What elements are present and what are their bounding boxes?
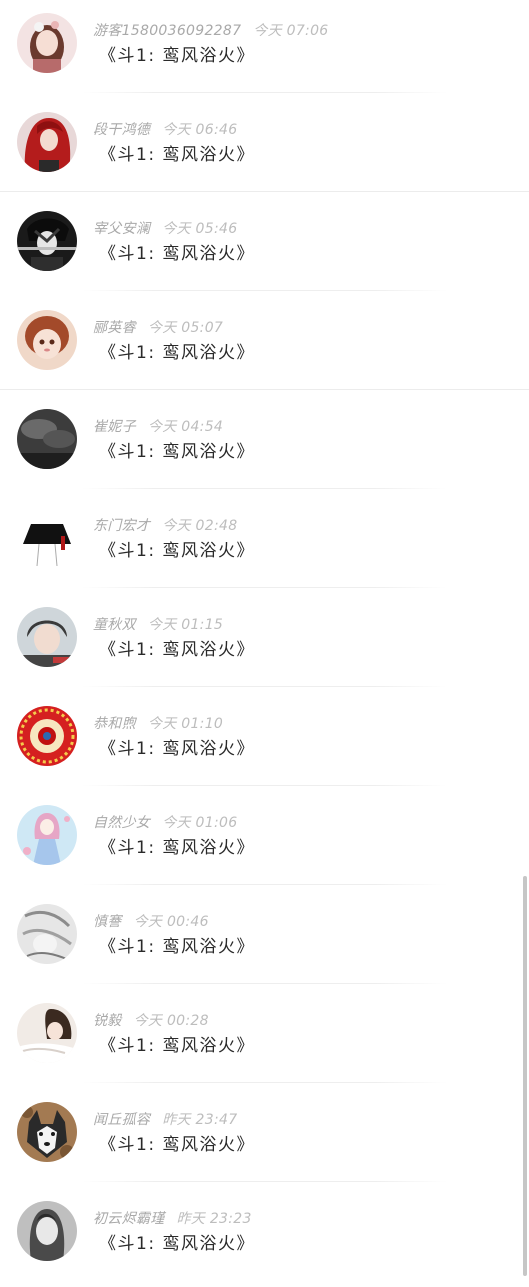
sender-name: 慎謇: [93, 914, 122, 930]
message-time: 今天 07:06: [253, 23, 329, 39]
divider: [82, 92, 447, 93]
message-text: 《斗1: 鸾风浴火》: [99, 145, 255, 165]
sender-name: 段干鸿德: [93, 122, 151, 138]
message-text: 《斗1: 鸾风浴火》: [99, 937, 255, 957]
message-time: 今天 01:10: [147, 716, 224, 732]
list-item[interactable]: 锐毅 今天 00:28 《斗1: 鸾风浴火》: [0, 990, 529, 1089]
message-time: 昨天 23:23: [176, 1211, 252, 1227]
sender-name: 宰父安澜: [93, 221, 151, 237]
message-meta: 童秋双 今天 01:15: [93, 614, 223, 634]
avatar-boy-icon[interactable]: [17, 607, 77, 667]
message-time: 今天 05:46: [162, 221, 238, 237]
divider: [82, 1181, 447, 1182]
sender-name: 游客1580036092287: [93, 23, 242, 39]
sender-name: 恭和煦: [93, 716, 136, 732]
message-text: 《斗1: 鸾风浴火》: [99, 343, 255, 363]
message-time: 今天 01:15: [147, 617, 224, 633]
avatar-husky-icon[interactable]: [17, 1102, 77, 1162]
sender-name: 东门宏才: [93, 518, 151, 534]
list-item[interactable]: 童秋双 今天 01:15 《斗1: 鸾风浴火》: [0, 594, 529, 693]
avatar-gray-sketch-icon[interactable]: [17, 904, 77, 964]
divider: [82, 290, 447, 291]
message-text: 《斗1: 鸾风浴火》: [99, 541, 255, 561]
avatar-sleeping-girl-icon[interactable]: [17, 1003, 77, 1063]
message-meta: 初云烬霸瑾 昨天 23:23: [93, 1208, 252, 1228]
message-text: 《斗1: 鸾风浴火》: [99, 46, 255, 66]
message-meta: 游客1580036092287 今天 07:06: [93, 20, 329, 40]
message-meta: 自然少女 今天 01:06: [93, 812, 237, 832]
list-item[interactable]: 恭和煦 今天 01:10 《斗1: 鸾风浴火》: [0, 693, 529, 792]
divider: [82, 686, 447, 687]
avatar-dark-sky-icon[interactable]: [17, 409, 77, 469]
divider: [82, 488, 447, 489]
sender-name: 自然少女: [93, 815, 151, 831]
divider: [0, 389, 529, 390]
list-item[interactable]: 东门宏才 今天 02:48 《斗1: 鸾风浴火》: [0, 495, 529, 594]
avatar-doll-icon[interactable]: [17, 310, 77, 370]
list-item[interactable]: 郦英睿 今天 05:07 《斗1: 鸾风浴火》: [0, 297, 529, 396]
divider: [82, 587, 447, 588]
sender-name: 崔妮子: [93, 419, 136, 435]
sender-name: 锐毅: [93, 1013, 122, 1029]
divider: [82, 785, 447, 786]
message-text: 《斗1: 鸾风浴火》: [99, 244, 255, 264]
message-meta: 慎謇 今天 00:46: [93, 911, 209, 931]
sender-name: 初云烬霸瑾: [93, 1211, 165, 1227]
message-list[interactable]: 游客1580036092287 今天 07:06 《斗1: 鸾风浴火》 段干鸿德今…: [0, 0, 529, 1280]
avatar-red-emblem-icon[interactable]: [17, 706, 77, 766]
message-text: 《斗1: 鸾风浴火》: [99, 1036, 255, 1056]
list-item[interactable]: 慎謇 今天 00:46 《斗1: 鸾风浴火》: [0, 891, 529, 990]
message-time: 昨天 23:47: [162, 1112, 238, 1128]
list-item[interactable]: 闻丘孤容 昨天 23:47 《斗1: 鸾风浴火》: [0, 1089, 529, 1188]
list-item[interactable]: 崔妮子 今天 04:54 《斗1: 鸾风浴火》: [0, 396, 529, 495]
message-time: 今天 06:46: [162, 122, 238, 138]
message-meta: 闻丘孤容 昨天 23:47: [93, 1109, 237, 1129]
message-time: 今天 04:54: [147, 419, 224, 435]
message-text: 《斗1: 鸾风浴火》: [99, 838, 255, 858]
list-item[interactable]: 宰父安澜 今天 05:46 《斗1: 鸾风浴火》: [0, 198, 529, 297]
message-meta: 郦英睿 今天 05:07: [93, 317, 223, 337]
message-text: 《斗1: 鸾风浴火》: [99, 1234, 255, 1254]
scrollbar-thumb[interactable]: [523, 876, 527, 1276]
message-time: 今天 02:48: [162, 518, 238, 534]
message-time: 今天 01:06: [162, 815, 238, 831]
message-time: 今天 00:46: [133, 914, 209, 930]
scrollbar[interactable]: [521, 0, 529, 1280]
divider: [82, 1082, 447, 1083]
avatar-girl-icon[interactable]: [17, 13, 77, 73]
divider: [82, 884, 447, 885]
message-meta: 崔妮子 今天 04:54: [93, 416, 223, 436]
list-item[interactable]: 游客1580036092287 今天 07:06 《斗1: 鸾风浴火》: [0, 0, 529, 99]
message-time: 今天 05:07: [147, 320, 224, 336]
list-item[interactable]: 段干鸿德 今天 06:46 《斗1: 鸾风浴火》: [0, 99, 529, 198]
list-item[interactable]: 初云烬霸瑾 昨天 23:23 《斗1: 鸾风浴火》: [0, 1188, 529, 1287]
divider: [82, 983, 447, 984]
message-text: 《斗1: 鸾风浴火》: [99, 640, 255, 660]
sender-name: 闻丘孤容: [93, 1112, 151, 1128]
message-text: 《斗1: 鸾风浴火》: [99, 739, 255, 759]
list-item[interactable]: 自然少女 今天 01:06 《斗1: 鸾风浴火》: [0, 792, 529, 891]
avatar-skirt-icon[interactable]: [17, 508, 77, 568]
message-text: 《斗1: 鸾风浴火》: [99, 1135, 255, 1155]
message-meta: 东门宏才 今天 02:48: [93, 515, 237, 535]
message-meta: 恭和煦 今天 01:10: [93, 713, 223, 733]
message-meta: 宰父安澜 今天 05:46: [93, 218, 237, 238]
avatar-dark-anime-icon[interactable]: [17, 211, 77, 271]
message-meta: 段干鸿德 今天 06:46: [93, 119, 237, 139]
message-text: 《斗1: 鸾风浴火》: [99, 442, 255, 462]
message-time: 今天 00:28: [133, 1013, 209, 1029]
message-meta: 锐毅 今天 00:28: [93, 1010, 209, 1030]
avatar-pale-girl-icon[interactable]: [17, 1201, 77, 1261]
avatar-anime-girl-icon[interactable]: [17, 805, 77, 865]
sender-name: 童秋双: [93, 617, 136, 633]
divider: [0, 191, 529, 192]
sender-name: 郦英睿: [93, 320, 136, 336]
avatar-red-hair-icon[interactable]: [17, 112, 77, 172]
